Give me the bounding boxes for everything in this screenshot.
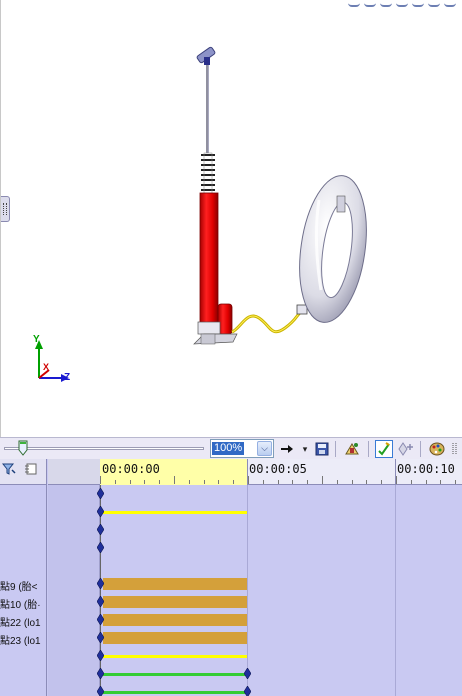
keyframe-on-icon[interactable] [375,440,393,458]
object-label[interactable]: 點23 (lo1 [0,632,41,647]
axis-y-label: Y [33,334,40,345]
keyframe-icon[interactable] [97,596,104,607]
track-row[interactable] [97,611,462,629]
animation-bar[interactable] [103,690,247,694]
chevron-down-icon[interactable]: ▾ [296,440,314,458]
pump-barrel-model[interactable] [193,192,238,345]
ruler-tick [100,476,101,484]
ruler-tick [277,480,279,484]
3d-animation-app: Y X Z 100% ⌵ ▾ 點9 (胎< 點10 (胎· 點22 (lo1 點… [0,0,462,696]
object-list-header [0,459,46,485]
scene-canvas[interactable] [1,0,462,437]
time-slider-track[interactable] [4,447,204,450]
ruler-tick [366,480,368,484]
animation-bar[interactable] [103,654,247,658]
ruler-tick [425,480,427,484]
animation-bar[interactable] [103,632,247,644]
keyframe-icon[interactable] [244,668,251,679]
animation-bar[interactable] [103,578,247,590]
track-row[interactable] [97,629,462,647]
axis-z-label: Z [64,372,71,383]
ruler-tick [248,476,249,484]
track-row[interactable] [97,539,462,557]
keyframe-icon[interactable] [97,506,104,517]
ruler-tick [336,480,338,484]
timeline-gutter [48,485,100,696]
keyframe-icon[interactable] [244,686,251,696]
ruler-tick [396,476,397,484]
animation-toolbar: 100% ⌵ ▾ [0,437,462,459]
animation-bar[interactable] [103,614,247,626]
toolbar-grip-icon[interactable] [450,440,460,458]
ruler-tick [114,480,116,484]
ruler-tick [322,476,323,484]
3d-viewport[interactable]: Y X Z [0,0,462,437]
time-ruler[interactable]: 00:00:00 00:00:05 00:00:10 [100,459,462,485]
ruler-tick [410,480,412,484]
ruler-tick [381,480,383,484]
time-slider-thumb[interactable] [18,440,28,456]
keyframe-icon[interactable] [97,524,104,535]
palette-icon[interactable] [428,440,446,458]
object-label[interactable]: 點9 (胎< [0,578,38,593]
save-icon[interactable] [313,440,331,458]
axis-x-label: X [43,362,50,372]
object-label[interactable]: 點10 (胎· [0,596,41,611]
filter-icon[interactable] [2,462,16,476]
keyframe-icon[interactable] [97,668,104,679]
ruler-tick [440,480,442,484]
keyframe-icon[interactable] [97,686,104,696]
ruler-tick [307,480,309,484]
ruler-label: 00:00:05 [249,462,307,476]
track-row[interactable] [97,485,462,503]
keyframe-icon[interactable] [97,488,104,499]
keyframe-icon[interactable] [97,614,104,625]
scene-icon[interactable] [343,440,361,458]
animation-bar[interactable] [103,510,247,514]
ruler-tick [292,480,294,484]
ruler-tick [455,480,457,484]
timeline-tracks[interactable] [97,485,462,696]
ruler-tick [174,476,175,484]
ruler-tick [233,480,235,484]
track-row[interactable] [97,683,462,696]
zoom-value: 100% [212,442,245,455]
keyframe-icon[interactable] [97,578,104,589]
object-label[interactable]: 點22 (lo1 [0,614,41,629]
track-row[interactable] [97,575,462,593]
ruler-label: 00:00:10 [397,462,455,476]
tire-model[interactable] [291,171,375,326]
timeline-panel: 點9 (胎< 點10 (胎· 點22 (lo1 點23 (lo1 00:00:00 0… [0,459,462,696]
track-row[interactable] [97,521,462,539]
ruler-tick [144,480,146,484]
ruler-tick [188,480,190,484]
keyframe-icon[interactable] [97,542,104,553]
track-row[interactable] [97,593,462,611]
ruler-tick [159,480,161,484]
ruler-tick [129,480,131,484]
zoom-combobox[interactable]: 100% ⌵ [210,439,274,458]
track-row[interactable] [97,503,462,521]
timeline-object-list: 點9 (胎< 點10 (胎· 點22 (lo1 點23 (lo1 [0,459,47,696]
pump-hose-model[interactable] [231,304,308,334]
pump-handle-model[interactable] [196,46,216,153]
keyframe-icon[interactable] [97,650,104,661]
keyframe-icon[interactable] [97,632,104,643]
pump-spring-model[interactable] [201,152,215,194]
ruler-label: 00:00:00 [102,462,160,476]
animation-bar[interactable] [103,596,247,608]
track-row[interactable] [100,557,462,575]
ruler-tick [262,480,264,484]
chevron-down-icon[interactable]: ⌵ [257,441,272,456]
track-row[interactable] [97,647,462,665]
ruler-tick [218,480,220,484]
properties-icon[interactable] [24,462,38,476]
side-panel-toggle[interactable] [1,196,10,222]
add-keyframe-icon[interactable] [397,440,415,458]
arrow-right-icon[interactable] [278,440,296,458]
track-row[interactable] [97,665,462,683]
ruler-tick [351,480,353,484]
animation-bar[interactable] [103,672,247,676]
ruler-tick [203,480,205,484]
